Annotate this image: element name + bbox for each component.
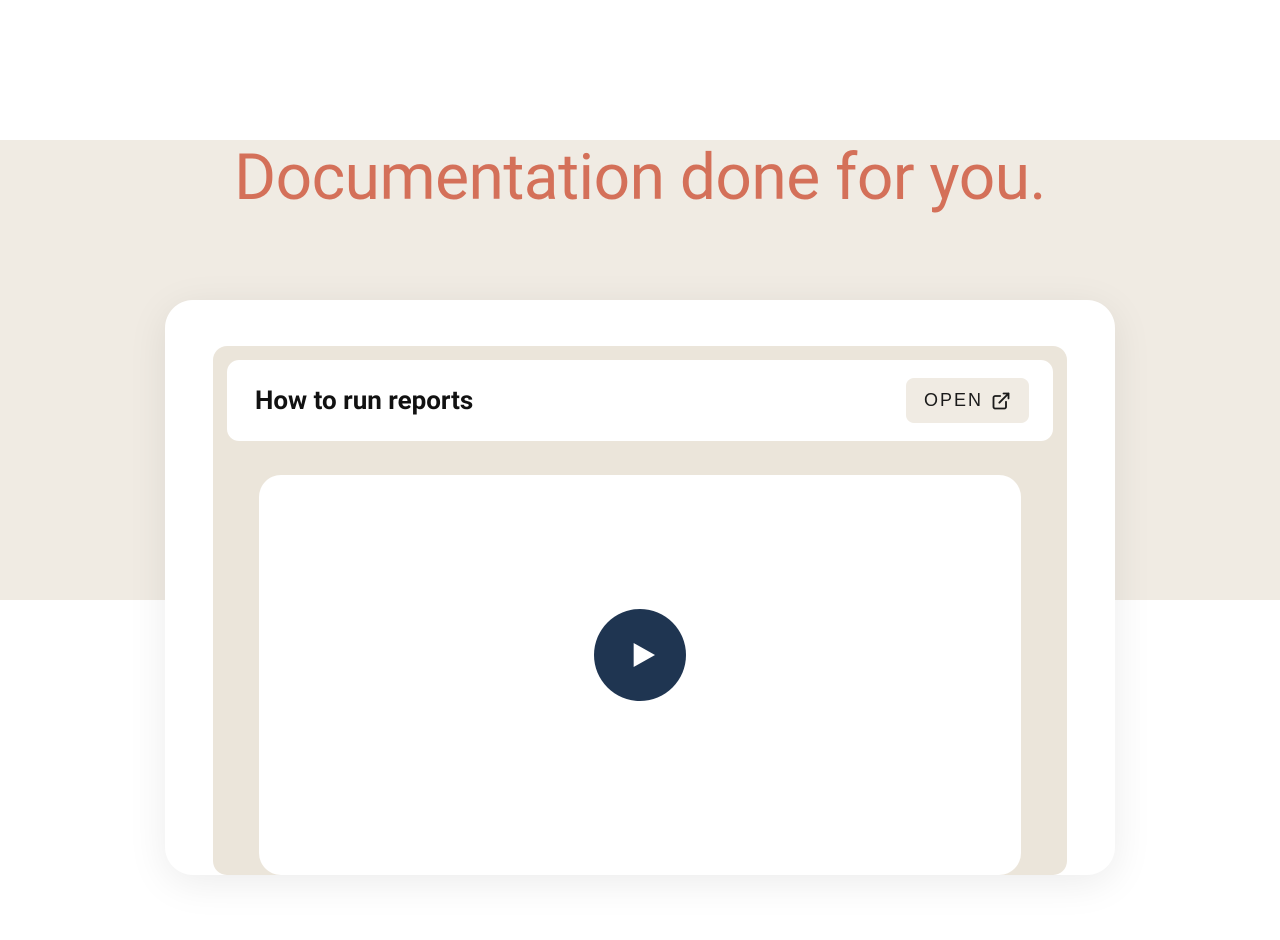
doc-header: How to run reports OPEN xyxy=(227,360,1053,441)
hero-title: Documentation done for you. xyxy=(0,140,1280,215)
open-button-label: OPEN xyxy=(924,390,983,411)
card-inner: How to run reports OPEN xyxy=(213,346,1067,875)
play-button[interactable] xyxy=(594,609,686,701)
doc-card: How to run reports OPEN xyxy=(165,300,1115,875)
video-area xyxy=(259,475,1021,875)
external-link-icon xyxy=(991,391,1011,411)
play-icon xyxy=(627,639,659,671)
doc-title: How to run reports xyxy=(255,386,473,416)
open-button[interactable]: OPEN xyxy=(906,378,1029,423)
